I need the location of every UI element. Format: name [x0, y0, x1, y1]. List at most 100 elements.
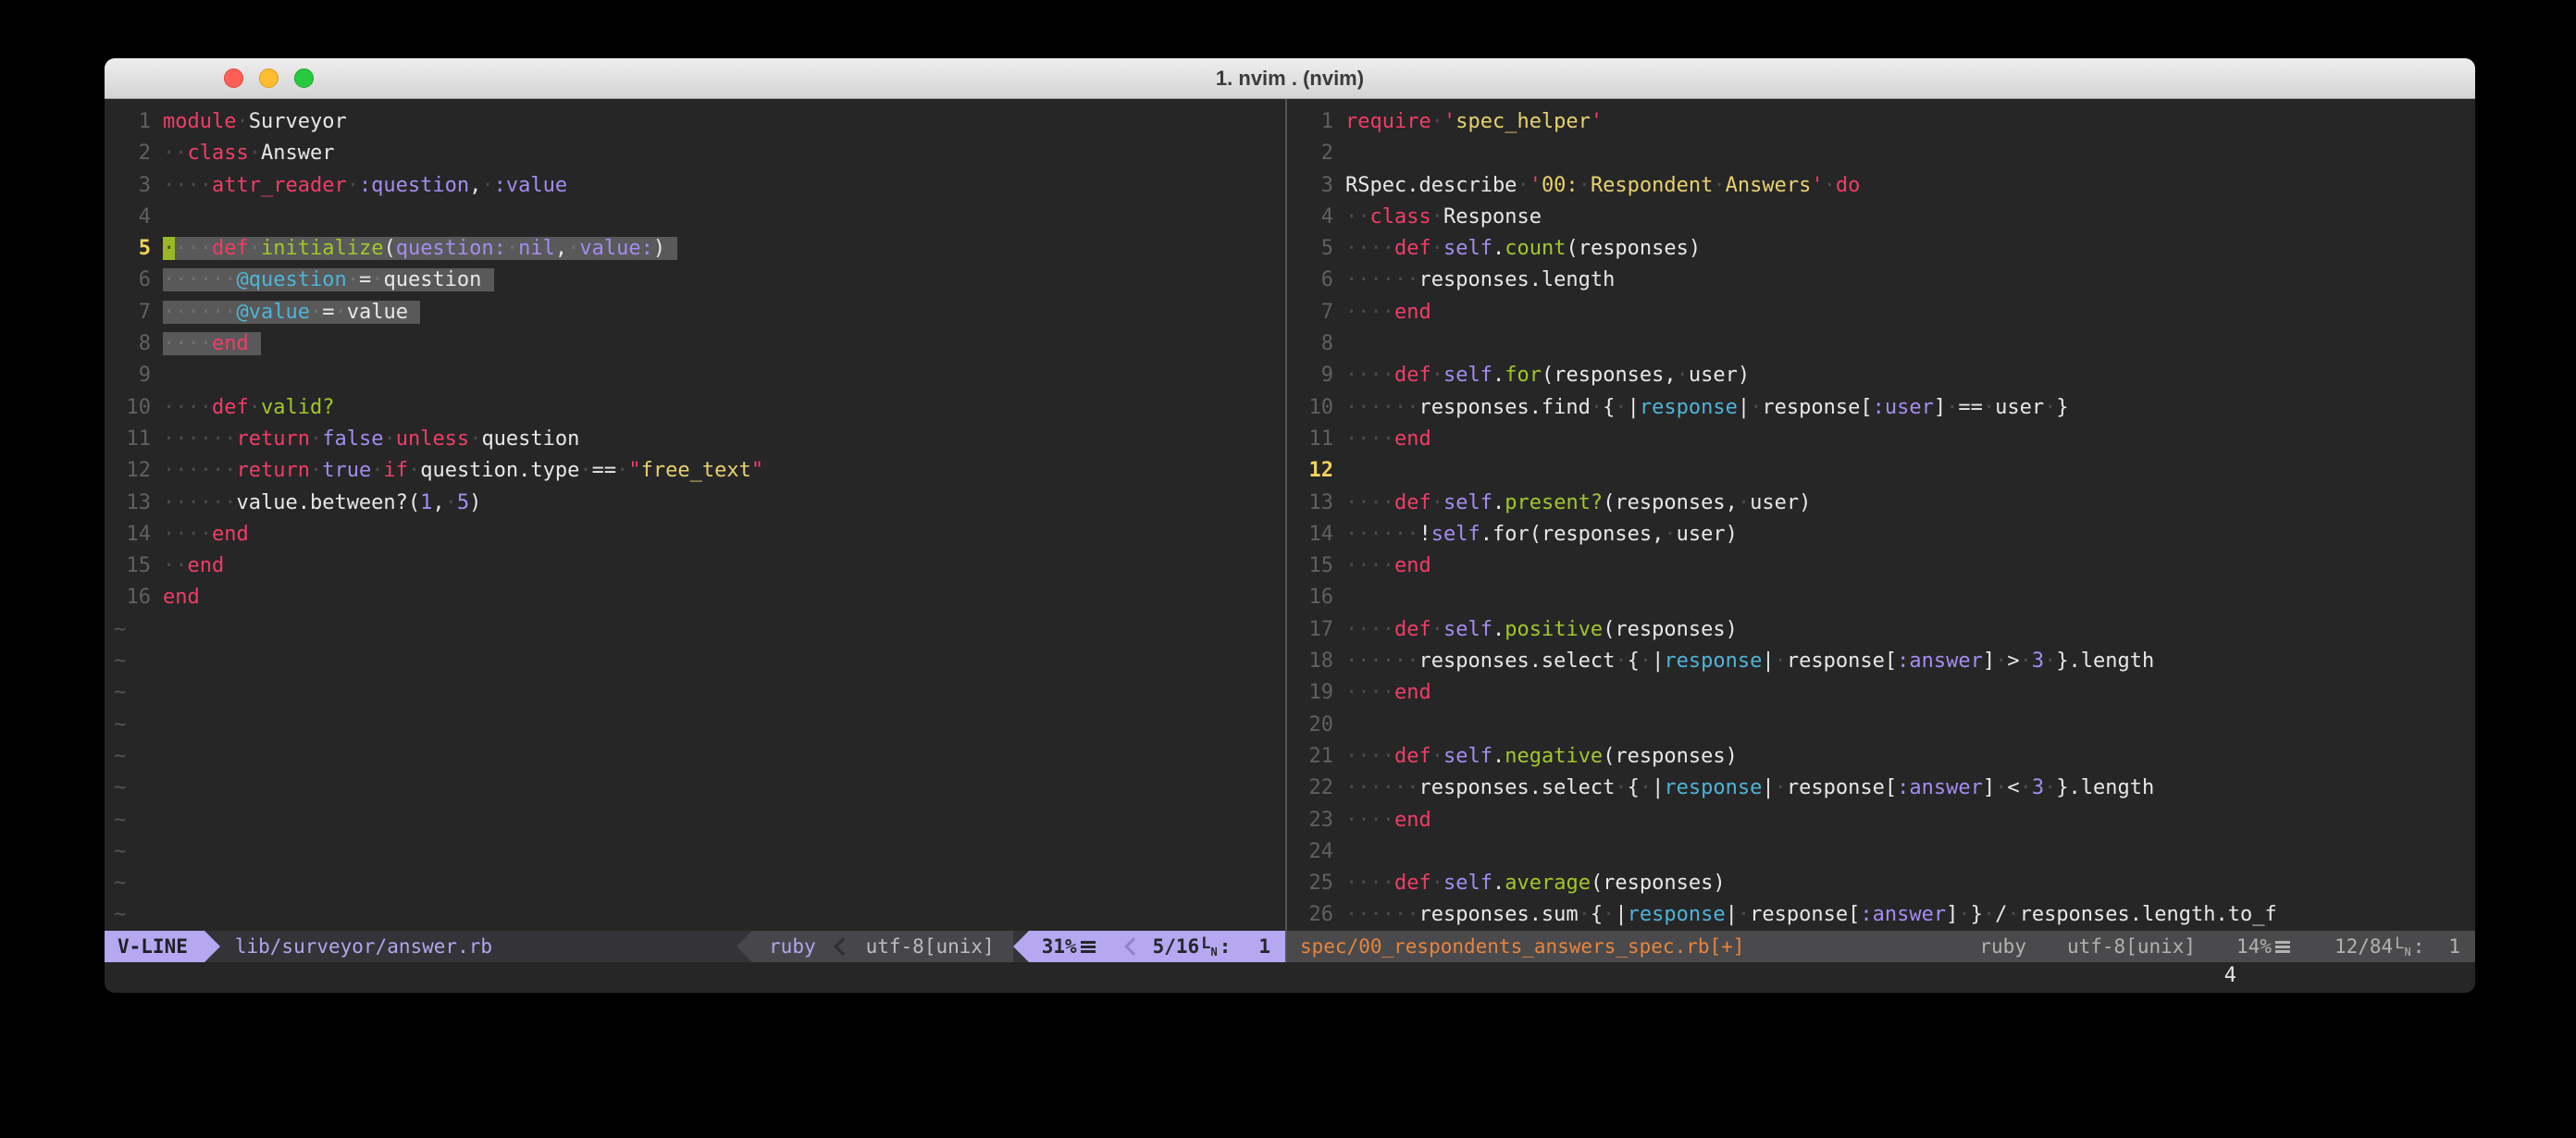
tilde-marker: ~	[114, 868, 126, 899]
code-line[interactable]: 7······@value·=·value	[105, 297, 1285, 328]
code-line[interactable]: 7····end	[1287, 297, 2475, 328]
line-number: 16	[114, 582, 163, 613]
code-line[interactable]: 20	[1287, 710, 2475, 741]
code-line[interactable]: 15····end	[1287, 550, 2475, 582]
code-text: ······responses.select·{·|response|·resp…	[1345, 646, 2475, 677]
code-line[interactable]: 13····def·self.present?(responses,·user)	[1287, 488, 2475, 519]
code-line[interactable]: 11····end	[1287, 424, 2475, 455]
line-number: 4	[1296, 202, 1345, 233]
code-line[interactable]: 17····def·self.positive(responses)	[1287, 614, 2475, 646]
code-line[interactable]: 16	[1287, 582, 2475, 613]
code-text: ······responses.length	[1345, 265, 2475, 296]
code-line[interactable]: 8····end	[105, 328, 1285, 360]
code-line[interactable]: 18······responses.select·{·|response|·re…	[1287, 646, 2475, 677]
code-line[interactable]: 21····def·self.negative(responses)	[1287, 741, 2475, 773]
code-line[interactable]: 23····end	[1287, 805, 2475, 836]
code-text: ····end	[1345, 805, 2475, 836]
code-line[interactable]: 3····attr_reader·:question,·:value	[105, 170, 1285, 202]
code-line[interactable]: 5····def·self.count(responses)	[1287, 233, 2475, 265]
line-number: 3	[1296, 170, 1345, 202]
tilde-marker: ~	[114, 836, 126, 868]
code-line[interactable]: 6······@question·=·question	[105, 265, 1285, 296]
empty-buffer-line: ~	[105, 710, 1285, 741]
code-line[interactable]: 2	[1287, 138, 2475, 169]
line-number: 20	[1296, 710, 1345, 741]
code-line[interactable]: 16end	[105, 582, 1285, 613]
line-number: 11	[1296, 424, 1345, 455]
filename-right: spec/00_respondents_answers_spec.rb[+]	[1287, 931, 1744, 962]
code-text: ····end	[1345, 677, 2475, 709]
code-line[interactable]: 12······return·true·if·question.type·==·…	[105, 455, 1285, 487]
line-number: 10	[114, 392, 163, 424]
tilde-marker: ~	[114, 677, 126, 709]
code-line[interactable]: 9	[105, 360, 1285, 391]
command-line[interactable]: 4	[105, 962, 2475, 993]
code-line[interactable]: 10····def·valid?	[105, 392, 1285, 424]
code-text: ······return·false·unless·question	[163, 424, 1285, 455]
code-text	[1345, 455, 2475, 487]
mode-indicator: V-LINE	[105, 931, 204, 962]
line-number: 21	[1296, 741, 1345, 773]
code-line[interactable]: 5····def·initialize(question:·nil,·value…	[105, 233, 1285, 265]
code-text: ····def·self.average(responses)	[1345, 868, 2475, 899]
scroll-percent-left: 31%	[1042, 931, 1077, 962]
filetype-left: ruby	[752, 931, 836, 962]
code-text	[1345, 582, 2475, 613]
column-right: 1	[2448, 931, 2460, 962]
code-text: ······@question·=·question	[163, 265, 1285, 296]
code-text	[1345, 328, 2475, 360]
code-line[interactable]: 11······return·false·unless·question	[105, 424, 1285, 455]
line-number: 1	[114, 106, 163, 138]
code-line[interactable]: 1require·'spec_helper'	[1287, 106, 2475, 138]
titlebar[interactable]: 1. nvim . (nvim)	[105, 58, 2475, 99]
statusline-right: spec/00_respondents_answers_spec.rb[+] r…	[1287, 931, 2475, 962]
code-line[interactable]: 13······value.between?(1,·5)	[105, 488, 1285, 519]
code-line[interactable]: 19····end	[1287, 677, 2475, 709]
code-line[interactable]: 25····def·self.average(responses)	[1287, 868, 2475, 899]
line-number: 11	[114, 424, 163, 455]
code-text: ····end	[163, 328, 1285, 360]
code-text: ······responses.sum·{·|response|·respons…	[1345, 899, 2475, 931]
code-line[interactable]: 4	[105, 202, 1285, 233]
code-line[interactable]: 1module·Surveyor	[105, 106, 1285, 138]
code-text: ··class·Answer	[163, 138, 1285, 169]
code-line[interactable]: 10······responses.find·{·|response|·resp…	[1287, 392, 2475, 424]
terminal-window: 1. nvim . (nvim) 1module·Surveyor2··clas…	[105, 58, 2475, 993]
code-text: RSpec.describe·'00:·Respondent·Answers'·…	[1345, 170, 2475, 202]
code-line[interactable]: 14······!self.for(responses,·user)	[1287, 519, 2475, 550]
line-number: 1	[1296, 106, 1345, 138]
code-line[interactable]: 3RSpec.describe·'00:·Respondent·Answers'…	[1287, 170, 2475, 202]
code-line[interactable]: 8	[1287, 328, 2475, 360]
line-number: 16	[1296, 582, 1345, 613]
line-number: 12	[114, 455, 163, 487]
empty-buffer-line: ~	[105, 899, 1285, 931]
chevron-left-icon	[1124, 937, 1143, 956]
line-number: 23	[1296, 805, 1345, 836]
empty-buffer-line: ~	[105, 773, 1285, 804]
code-area-left[interactable]: 1module·Surveyor2··class·Answer3····attr…	[105, 99, 1285, 931]
code-area-right[interactable]: 1require·'spec_helper'23RSpec.describe·'…	[1287, 99, 2475, 931]
line-number: 17	[1296, 614, 1345, 646]
line-number: 19	[1296, 677, 1345, 709]
pane-answer-rb: 1module·Surveyor2··class·Answer3····attr…	[105, 99, 1285, 962]
code-text	[163, 202, 1285, 233]
code-line[interactable]: 6······responses.length	[1287, 265, 2475, 296]
code-text: ····def·valid?	[163, 392, 1285, 424]
code-text: module·Surveyor	[163, 106, 1285, 138]
code-line[interactable]: 24	[1287, 836, 2475, 868]
line-position-left: 5/16	[1153, 931, 1200, 962]
code-line[interactable]: 2··class·Answer	[105, 138, 1285, 169]
code-line[interactable]: 14····end	[105, 519, 1285, 550]
code-text: ······@value·=·value	[163, 297, 1285, 328]
line-number: 15	[1296, 550, 1345, 582]
line-number: 5	[1296, 233, 1345, 265]
code-line[interactable]: 12	[1287, 455, 2475, 487]
code-line[interactable]: 26······responses.sum·{·|response|·respo…	[1287, 899, 2475, 931]
code-line[interactable]: 22······responses.select·{·|response|·re…	[1287, 773, 2475, 804]
code-line[interactable]: 15··end	[105, 550, 1285, 582]
code-text: ····def·self.present?(responses,·user)	[1345, 488, 2475, 519]
line-number: 9	[114, 360, 163, 391]
code-line[interactable]: 9····def·self.for(responses,·user)	[1287, 360, 2475, 391]
code-line[interactable]: 4··class·Response	[1287, 202, 2475, 233]
nvim-terminal: 1module·Surveyor2··class·Answer3····attr…	[105, 99, 2475, 993]
